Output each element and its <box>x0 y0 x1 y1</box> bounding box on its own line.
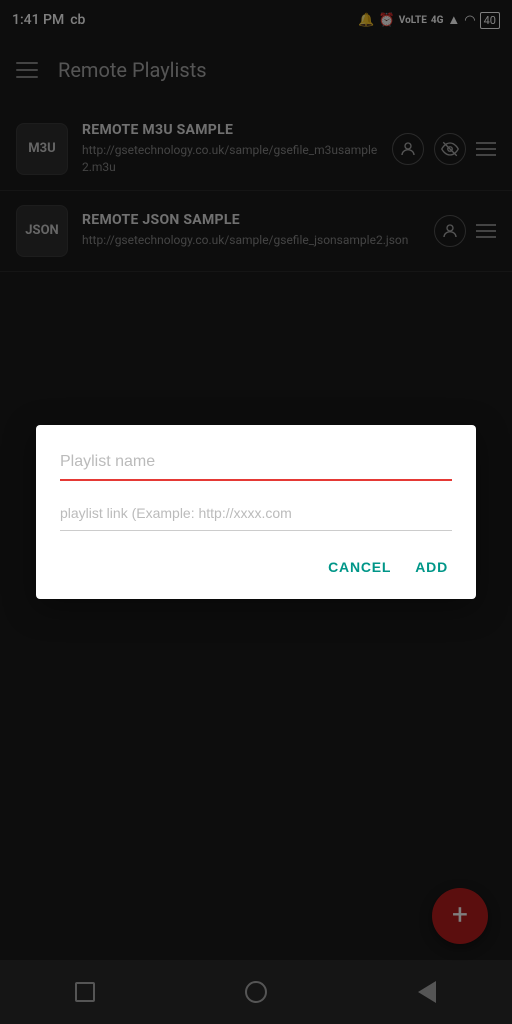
playlist-link-field <box>60 501 452 531</box>
playlist-link-input[interactable] <box>60 501 452 531</box>
cancel-button[interactable]: CANCEL <box>324 551 395 583</box>
dialog-overlay: CANCEL ADD <box>0 0 512 1024</box>
add-playlist-dialog: CANCEL ADD <box>36 425 476 599</box>
dialog-actions: CANCEL ADD <box>60 551 452 583</box>
playlist-name-input[interactable] <box>60 449 452 481</box>
add-button[interactable]: ADD <box>411 551 452 583</box>
playlist-name-field <box>60 449 452 481</box>
